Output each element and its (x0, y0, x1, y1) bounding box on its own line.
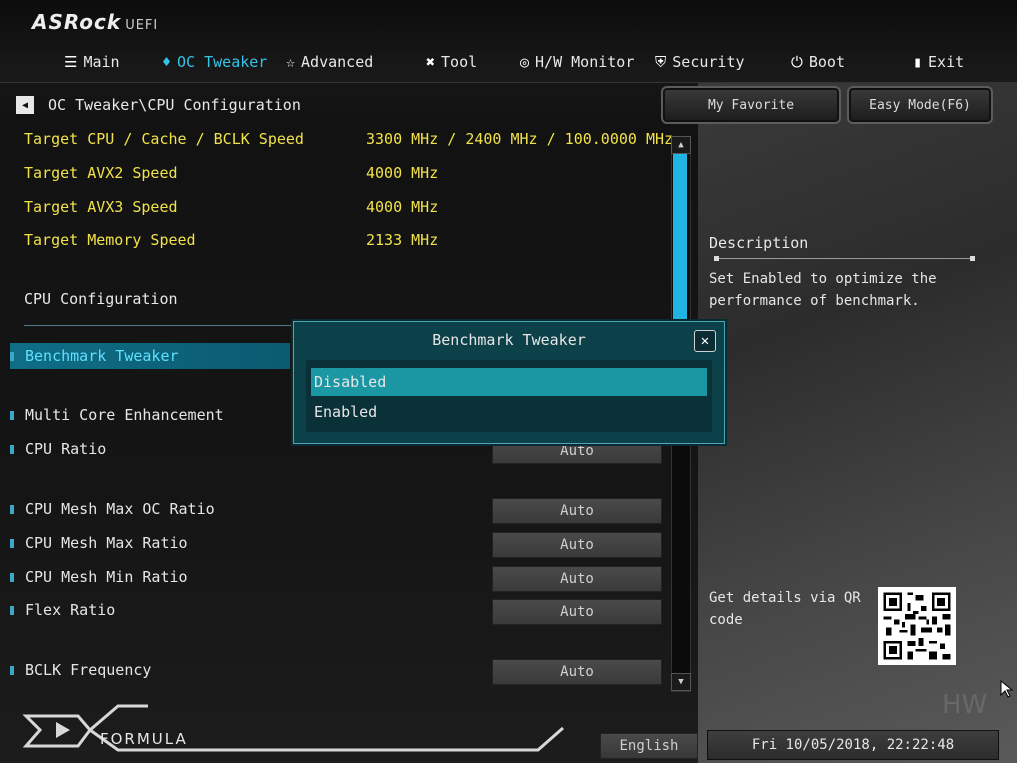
exit-icon: ▮ (913, 53, 923, 71)
bullet-icon (10, 504, 14, 514)
setting-label: Flex Ratio (25, 601, 116, 619)
bullet-icon (10, 538, 14, 548)
setting-bclk-frequency[interactable]: BCLK Frequency (10, 657, 290, 683)
section-divider (24, 325, 294, 326)
watermark: HW (942, 690, 988, 720)
setting-benchmark-tweaker[interactable]: Benchmark Tweaker (10, 343, 290, 369)
tab-label: Exit (928, 53, 965, 71)
setting-value[interactable]: Auto (492, 498, 662, 524)
benchmark-tweaker-dialog: Benchmark Tweaker ✕ Disabled Enabled (293, 321, 725, 444)
my-favorite-button[interactable]: My Favorite (661, 86, 841, 124)
option-enabled[interactable]: Enabled (311, 398, 707, 426)
setting-label: CPU Ratio (25, 440, 107, 458)
setting-flex-ratio[interactable]: Flex Ratio (10, 597, 290, 623)
target-value: 3300 MHz / 2400 MHz / 100.0000 MHz (366, 130, 674, 148)
target-label: Target AVX3 Speed (24, 198, 178, 216)
list-icon: ☰ (64, 53, 78, 71)
uefi-label: UEFI (125, 18, 159, 33)
mouse-cursor-icon (1000, 680, 1014, 698)
setting-cpu-ratio[interactable]: CPU Ratio (10, 436, 290, 462)
target-label: Target CPU / Cache / BCLK Speed (24, 130, 304, 148)
setting-value[interactable]: Auto (492, 566, 662, 592)
breadcrumb: ◀ OC Tweaker\CPU Configuration (16, 94, 301, 116)
description-text: Set Enabled to optimize the performance … (709, 271, 937, 309)
setting-value[interactable]: Auto (492, 599, 662, 625)
tab-label: H/W Monitor (535, 53, 635, 71)
setting-label: Benchmark Tweaker (25, 347, 179, 365)
breadcrumb-text: OC Tweaker\CPU Configuration (48, 96, 301, 114)
bullet-icon (10, 605, 14, 615)
bullet-icon (10, 410, 14, 420)
tab-label: Security (672, 53, 745, 71)
qr-caption: Get details via QR code (709, 590, 861, 628)
monitor-icon: ◎ (520, 53, 530, 71)
description-panel-background (698, 82, 1017, 763)
asrock-logo: ASRock UEFI (32, 10, 159, 34)
language-selector[interactable]: English (600, 733, 698, 759)
divider-dot (970, 256, 975, 261)
scrollbar-thumb[interactable] (673, 152, 687, 337)
bullet-icon (10, 351, 14, 361)
back-arrow-icon[interactable]: ◀ (16, 96, 34, 114)
target-value: 4000 MHz (366, 164, 439, 182)
description-divider (716, 258, 974, 259)
setting-label: CPU Mesh Max OC Ratio (25, 500, 215, 518)
option-disabled[interactable]: Disabled (311, 368, 707, 396)
tab-label: Boot (808, 53, 845, 71)
close-icon[interactable]: ✕ (694, 330, 716, 352)
tab-advanced[interactable]: ☆ Advanced (286, 50, 373, 74)
shield-icon: ⛨ (655, 53, 667, 71)
tab-label: Tool (441, 53, 478, 71)
power-icon: ⏻ (791, 53, 803, 71)
setting-label: CPU Mesh Min Ratio (25, 568, 188, 586)
dialog-title: Benchmark Tweaker (432, 331, 586, 349)
setting-value[interactable]: Auto (492, 532, 662, 558)
description-title: Description (709, 234, 809, 252)
tab-hw-monitor[interactable]: ◎ H/W Monitor (520, 50, 634, 74)
qr-code-icon (878, 587, 956, 665)
target-label: Target AVX2 Speed (24, 164, 178, 182)
bullet-icon (10, 665, 14, 675)
system-datetime: Fri 10/05/2018, 22:22:48 (707, 730, 999, 760)
tools-icon: ✖ (426, 53, 436, 71)
section-title: CPU Configuration (24, 290, 178, 308)
bullet-icon (10, 572, 14, 582)
setting-value[interactable]: Auto (492, 659, 662, 685)
target-label: Target Memory Speed (24, 231, 196, 249)
scroll-up-arrow-icon[interactable]: ▲ (671, 136, 691, 154)
setting-cpu-mesh-max-ratio[interactable]: CPU Mesh Max Ratio (10, 530, 290, 556)
tab-tool[interactable]: ✖ Tool (426, 50, 477, 74)
tab-label: Main (83, 53, 120, 71)
star-icon: ☆ (286, 53, 296, 71)
formula-brand-text: FORMULA (100, 730, 188, 748)
tab-oc-tweaker[interactable]: ♦ OC Tweaker (162, 50, 267, 74)
tab-security[interactable]: ⛨ Security (655, 50, 745, 74)
setting-label: Multi Core Enhancement (25, 406, 224, 424)
divider-dot (714, 256, 719, 261)
dialog-options-list: Disabled Enabled (306, 360, 712, 432)
easy-mode-button[interactable]: Easy Mode(F6) (847, 86, 993, 124)
setting-cpu-mesh-max-oc-ratio[interactable]: CPU Mesh Max OC Ratio (10, 496, 290, 522)
tab-main[interactable]: ☰ Main (64, 50, 120, 74)
tab-exit[interactable]: ▮ Exit (913, 50, 964, 74)
tab-label: Advanced (301, 53, 374, 71)
target-value: 2133 MHz (366, 231, 439, 249)
bullet-icon (10, 444, 14, 454)
tab-label: OC Tweaker (177, 53, 268, 71)
setting-label: CPU Mesh Max Ratio (25, 534, 188, 552)
setting-label: BCLK Frequency (25, 661, 152, 679)
formula-logo (22, 704, 564, 752)
target-value: 4000 MHz (366, 198, 439, 216)
tab-boot[interactable]: ⏻ Boot (791, 50, 845, 74)
scroll-down-arrow-icon[interactable]: ▼ (671, 673, 691, 691)
setting-cpu-mesh-min-ratio[interactable]: CPU Mesh Min Ratio (10, 564, 290, 590)
flame-icon: ♦ (162, 53, 172, 71)
setting-multi-core-enhancement[interactable]: Multi Core Enhancement (10, 402, 290, 428)
top-navigation-bar: ASRock UEFI ☰ Main ♦ OC Tweaker ☆ Advanced ✖… (0, 0, 1017, 83)
